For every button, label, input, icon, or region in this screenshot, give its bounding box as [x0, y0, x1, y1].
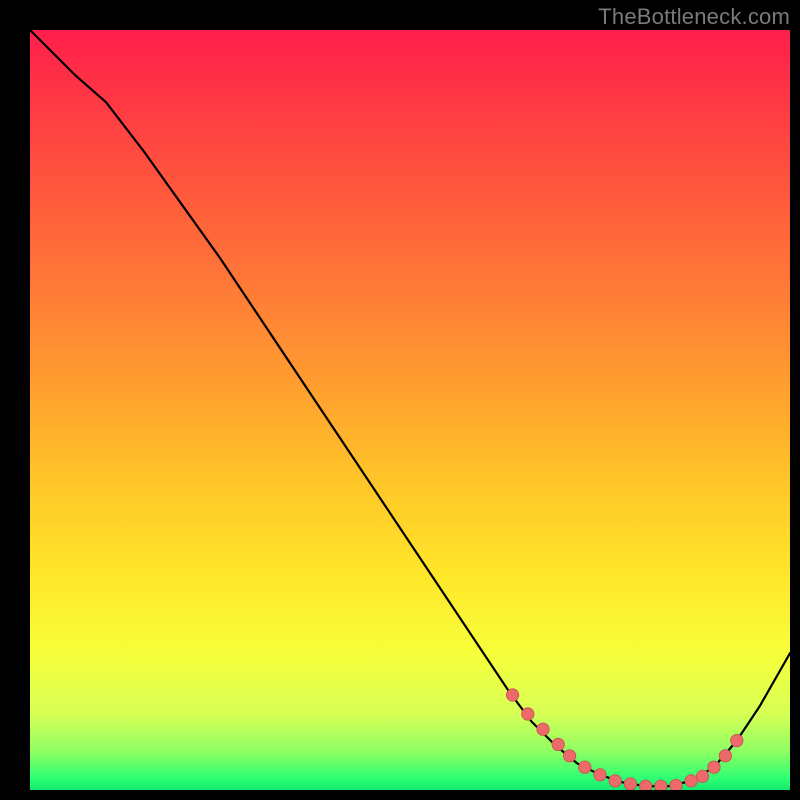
marker-dot: [731, 734, 743, 746]
marker-dot: [609, 775, 621, 787]
marker-dot: [537, 723, 549, 735]
marker-dot: [696, 770, 708, 782]
marker-dot: [579, 761, 591, 773]
marker-dot: [506, 689, 518, 701]
marker-dot: [624, 778, 636, 790]
app-frame: TheBottleneck.com: [0, 0, 800, 800]
marker-dot: [708, 761, 720, 773]
gradient-background: [30, 30, 790, 790]
chart-container: [30, 30, 790, 790]
marker-dot: [670, 779, 682, 790]
marker-dot: [552, 738, 564, 750]
marker-dot: [639, 780, 651, 790]
marker-dot: [719, 750, 731, 762]
marker-dot: [563, 750, 575, 762]
marker-dot: [655, 780, 667, 790]
attribution-label: TheBottleneck.com: [598, 4, 790, 30]
marker-dot: [522, 708, 534, 720]
bottleneck-chart: [30, 30, 790, 790]
marker-dot: [594, 769, 606, 781]
marker-dot: [685, 775, 697, 787]
